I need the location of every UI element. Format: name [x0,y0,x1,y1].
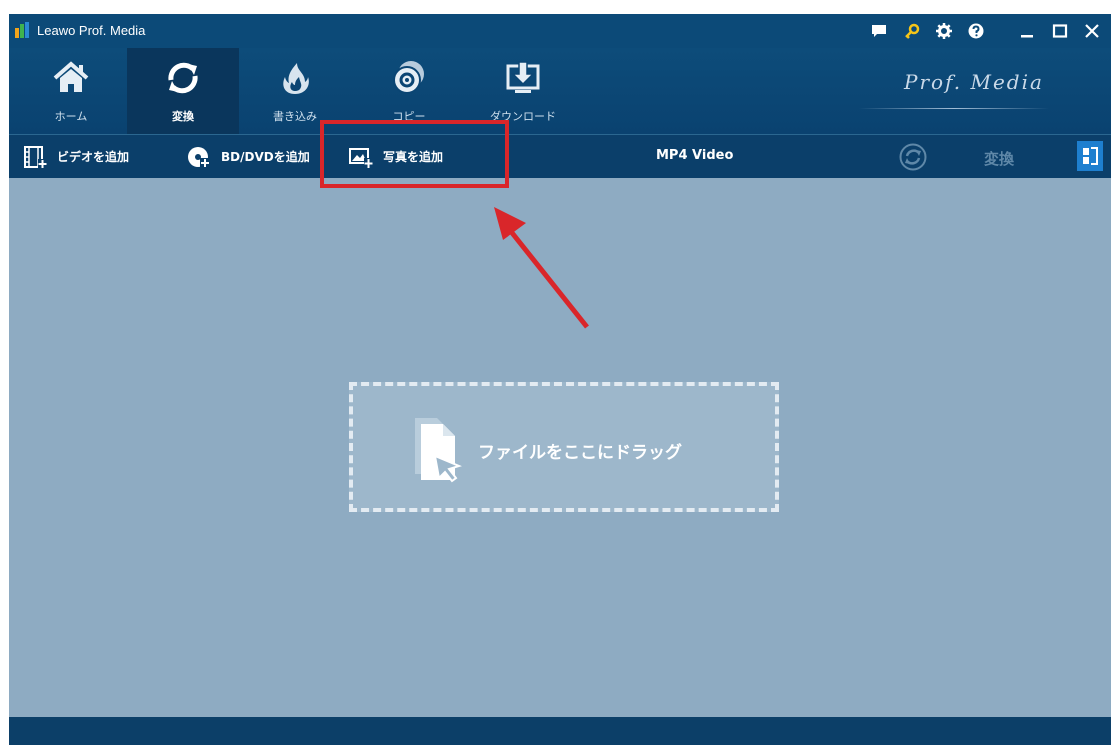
convert-toolbar: ビデオを追加 BD/DVDを追加 写真を追加 MP4 Video 変換 [9,134,1111,178]
help-icon [968,23,984,39]
close-icon [1085,24,1099,38]
output-format-selector[interactable]: MP4 Video [656,148,733,163]
disc-add-icon [188,146,210,168]
nav-home-label: ホーム [54,110,88,123]
download-icon [506,61,540,93]
add-bd-dvd-button[interactable]: BD/DVDを追加 [187,135,310,178]
minimize-button[interactable] [1014,18,1040,44]
convert-button[interactable]: 変換 [984,148,1014,169]
add-bd-dvd-label: BD/DVDを追加 [221,150,310,164]
gear-icon [936,23,952,39]
maximize-icon [1052,24,1068,38]
close-button[interactable] [1079,18,1105,44]
add-video-label: ビデオを追加 [57,150,130,164]
file-drag-icon [415,418,462,483]
film-add-icon [24,145,47,168]
panel-toggle-button[interactable] [1077,141,1103,171]
help-button[interactable] [963,18,989,44]
key-icon [905,23,920,39]
annotation-arrow [494,207,589,329]
nav-convert-label: 変換 [172,110,194,123]
minimize-icon [1021,35,1033,38]
brand-logo-text: Prof. Media [904,70,1044,94]
convert-start-icon[interactable] [899,143,927,171]
file-drop-zone[interactable]: ファイルをここにドラッグ [349,382,779,512]
register-button[interactable] [899,18,925,44]
maximize-button[interactable] [1047,18,1073,44]
home-icon [53,61,89,92]
app-logo-icon [15,22,29,38]
status-bar [9,717,1111,745]
burn-icon [283,63,309,94]
chat-icon [872,25,886,37]
drop-zone-text: ファイルをここにドラッグ [478,443,682,463]
add-video-button[interactable]: ビデオを追加 [23,135,129,178]
app-window: Leawo Prof. Media ホーム 変換 書き込み コピー ダウンロード… [9,14,1111,745]
copy-disc-icon [393,61,424,94]
title-bar: Leawo Prof. Media [9,14,1111,48]
layout-toggle-icon [1083,147,1098,165]
main-nav: ホーム 変換 書き込み コピー ダウンロード Prof. Media [9,48,1111,134]
convert-icon [168,62,198,94]
brand-underline [859,108,1049,109]
highlight-box [320,120,509,188]
window-title: Leawo Prof. Media [37,23,146,38]
nav-home[interactable]: ホーム [15,48,127,134]
feedback-button[interactable] [866,18,892,44]
settings-button[interactable] [931,18,957,44]
nav-convert[interactable]: 変換 [127,48,239,134]
